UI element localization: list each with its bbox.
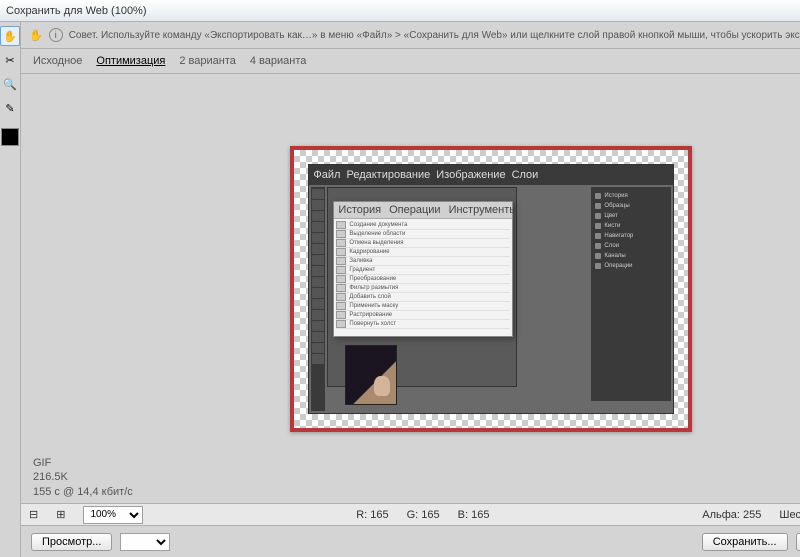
plus-icon[interactable]: ⊞ — [56, 508, 65, 521]
browser-select[interactable] — [120, 533, 170, 551]
status-alpha: Альфа: 255 — [702, 509, 761, 521]
view-tabs: Исходное Оптимизация 2 варианта 4 вариан… — [21, 49, 800, 74]
status-r: R: 165 — [356, 509, 388, 521]
status-g: G: 165 — [407, 509, 440, 521]
preview-canvas[interactable]: ФайлРедактированиеИзображениеСлои Истори… — [290, 146, 692, 432]
tip-text: Совет. Используйте команду «Экспортирова… — [69, 30, 800, 41]
foreground-swatch[interactable] — [1, 128, 19, 146]
eyedropper-tool-icon[interactable]: ✎ — [0, 98, 20, 118]
window-title: Сохранить для Web (100%) — [6, 5, 147, 17]
preview-button[interactable]: Просмотр... — [31, 533, 112, 551]
save-button[interactable]: Сохранить... — [702, 533, 788, 551]
inner-app-screenshot: ФайлРедактированиеИзображениеСлои Истори… — [308, 164, 674, 414]
window-titlebar: Сохранить для Web (100%) — [0, 0, 800, 22]
reset-button[interactable]: Сбросить — [796, 533, 800, 551]
bottom-bar: Просмотр... Сохранить... Сбросить Запомн… — [21, 525, 800, 557]
minus-icon[interactable]: ⊟ — [29, 508, 38, 521]
zoom-select[interactable]: 100% — [83, 506, 143, 524]
slice-tool-icon[interactable]: ✂ — [0, 50, 20, 70]
tab-4up[interactable]: 4 варианта — [250, 53, 307, 69]
status-b: B: 165 — [458, 509, 490, 521]
info-icon: i — [49, 28, 63, 42]
zoom-tool-icon[interactable]: 🔍 — [0, 74, 20, 94]
status-bar: ⊟ ⊞ 100% R: 165 G: 165 B: 165 Альфа: 255… — [21, 503, 800, 525]
tip-bar: ✋ i Совет. Используйте команду «Экспорти… — [21, 22, 800, 49]
hand-icon: ✋ — [29, 29, 43, 42]
preview-area: ФайлРедактированиеИзображениеСлои Истори… — [21, 74, 800, 503]
preview-caption-left: GIF 216.5K 155 c @ 14,4 кбит/с — [33, 456, 133, 499]
tab-optimized[interactable]: Оптимизация — [96, 53, 165, 69]
status-hex: Шестнадц.: A5A5A5 — [779, 509, 800, 521]
tab-original[interactable]: Исходное — [33, 53, 82, 69]
hand-tool-icon[interactable]: ✋ — [0, 26, 20, 46]
left-toolbar: ✋ ✂ 🔍 ✎ — [0, 22, 21, 557]
tab-2up[interactable]: 2 варианта — [179, 53, 236, 69]
